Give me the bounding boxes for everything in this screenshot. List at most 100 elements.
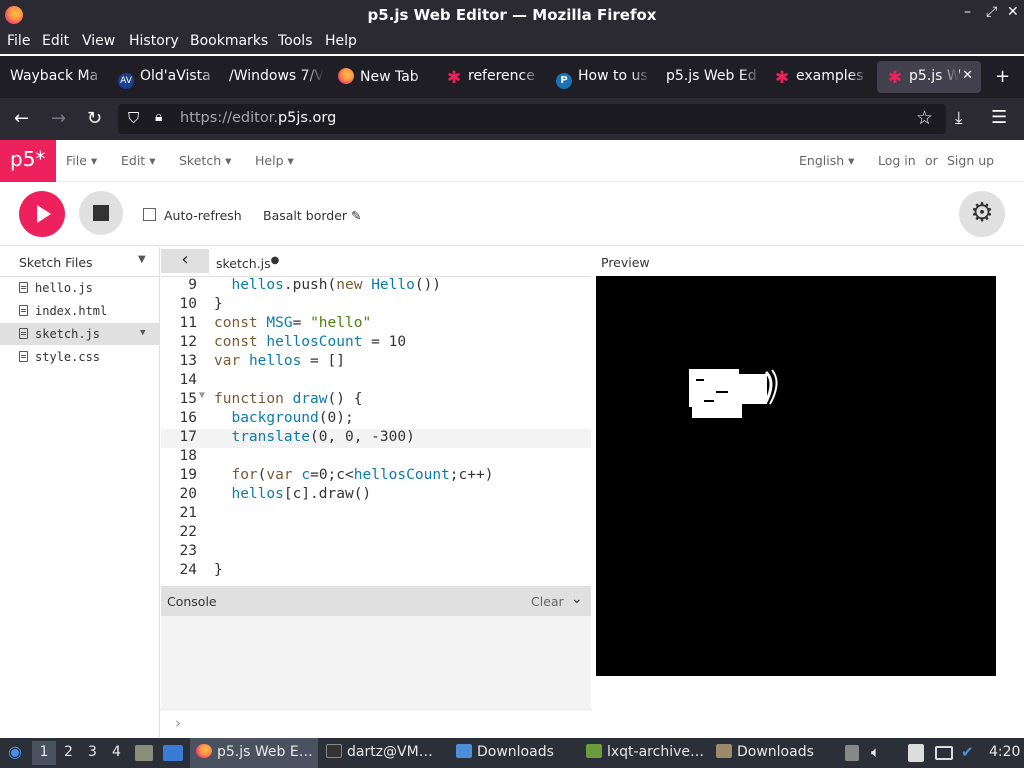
file-icon — [19, 282, 28, 293]
workspace-4[interactable]: 4 — [112, 744, 121, 760]
close-tab-icon[interactable]: ✕ — [962, 68, 973, 83]
lock-icon[interactable]: 🔒︎ — [155, 109, 162, 125]
browser-menubar: File Edit View History Bookmarks Tools H… — [0, 30, 1024, 54]
maximize-button[interactable]: ⤢ — [986, 4, 997, 20]
taskbar-firefox[interactable]: p5.js Web E… — [190, 738, 318, 768]
tab-how-to[interactable]: P How to us — [546, 61, 651, 93]
code-line: 23 — [179, 543, 197, 559]
p5-star-icon: ✱ — [446, 68, 462, 88]
code-line: 21 — [179, 505, 197, 521]
system-taskbar: ◉ 1 2 3 4 p5.js Web E… dartz@VM… Downloa… — [0, 738, 1024, 768]
code-line: 16 background(0); — [179, 410, 354, 426]
editor-file-tab[interactable]: sketch.js● — [216, 255, 279, 271]
tab-windows7[interactable]: /Windows 7/V — [219, 61, 324, 93]
p-icon: P — [556, 73, 572, 89]
close-window-button[interactable]: ✕ — [1007, 4, 1019, 20]
p5-menu-edit[interactable]: Edit ▾ — [121, 153, 155, 168]
stop-button[interactable] — [79, 191, 123, 235]
network-icon[interactable] — [935, 746, 953, 760]
downloads-icon[interactable]: ⤓ — [955, 108, 963, 128]
file-hello-js[interactable]: hello.js — [0, 277, 159, 299]
menu-bookmarks[interactable]: Bookmarks — [190, 33, 268, 49]
workspace-3[interactable]: 3 — [88, 744, 97, 760]
tab-altavista[interactable]: AV Old'aVista — [108, 61, 220, 93]
code-editor[interactable]: 9 hellos.push(new Hello()) 10} 11 const M… — [161, 277, 591, 585]
start-menu-icon[interactable]: ◉ — [8, 742, 22, 761]
taskbar-terminal[interactable]: dartz@VM… — [320, 738, 445, 768]
collapse-sidebar-icon[interactable]: ‹ — [161, 249, 209, 273]
taskbar-lxqt-archiver[interactable]: lxqt-archive… — [580, 738, 708, 768]
shield-icon[interactable]: ⛉ — [128, 109, 139, 127]
archive-icon — [586, 744, 602, 758]
console-prompt-icon: › — [175, 714, 181, 732]
forward-icon[interactable]: → — [51, 108, 66, 129]
tab-new-tab[interactable]: New Tab — [328, 61, 433, 93]
p5-logo[interactable]: p5* — [0, 140, 56, 182]
p5-star-icon: ✱ — [887, 68, 903, 88]
sketch-files-sidebar: Sketch Files ▼ hello.js index.html sketc… — [0, 247, 160, 739]
console-clear-button[interactable]: Clear — [531, 594, 564, 609]
folder-icon — [456, 744, 472, 758]
file-icon — [19, 305, 28, 316]
language-select[interactable]: English ▾ — [799, 153, 854, 168]
tab-p5-editor[interactable]: p5.js Web Ed — [656, 61, 761, 93]
sidebar-dropdown-icon[interactable]: ▼ — [138, 254, 146, 265]
sketch-name[interactable]: Basalt border ✎ — [263, 208, 362, 223]
back-icon[interactable]: ← — [14, 108, 29, 129]
settings-gear-icon[interactable]: ⚙ — [959, 191, 1005, 237]
workspace-1[interactable]: 1 — [32, 741, 56, 765]
taskbar-downloads-1[interactable]: Downloads — [450, 738, 578, 768]
file-options-icon[interactable]: ▼ — [140, 328, 145, 338]
fold-arrow-icon[interactable]: ▼ — [199, 390, 205, 401]
terminal-icon — [326, 744, 342, 758]
menu-edit[interactable]: Edit — [42, 33, 69, 49]
login-link[interactable]: Log in — [878, 153, 916, 168]
menu-file[interactable]: File — [7, 33, 30, 49]
preview-canvas[interactable] — [596, 276, 996, 676]
volume-icon[interactable]: 🔈︎ — [871, 743, 880, 761]
workspace-2[interactable]: 2 — [64, 744, 73, 760]
p5-menu-sketch[interactable]: Sketch ▾ — [179, 153, 231, 168]
p5-menu-help[interactable]: Help ▾ — [255, 153, 294, 168]
sketch-output — [689, 369, 778, 418]
trash-icon[interactable] — [845, 745, 859, 761]
auto-refresh-checkbox[interactable] — [143, 208, 156, 221]
clock: 4:20 — [989, 744, 1021, 760]
menu-view[interactable]: View — [82, 33, 115, 49]
updates-icon[interactable]: ✔ — [961, 743, 974, 761]
taskbar-downloads-2[interactable]: Downloads — [710, 738, 838, 768]
p5-star-icon: ✱ — [774, 68, 790, 88]
url-text[interactable]: https://editor.p5js.org — [180, 110, 336, 126]
minimize-button[interactable]: – — [964, 4, 971, 20]
clipboard-icon[interactable] — [908, 744, 924, 762]
tab-p5-editor-active[interactable]: ✱ p5.js W ✕ — [877, 61, 981, 93]
p5-menu-file[interactable]: File ▾ — [66, 153, 97, 168]
firefox-icon — [338, 68, 354, 84]
menu-help[interactable]: Help — [325, 33, 357, 49]
folder-icon — [716, 744, 732, 758]
menu-tools[interactable]: Tools — [278, 33, 313, 49]
desktop-icon[interactable] — [163, 745, 183, 761]
window-title: p5.js Web Editor — Mozilla Firefox — [367, 6, 657, 24]
file-sketch-js[interactable]: sketch.js ▼ — [0, 323, 159, 345]
tab-examples[interactable]: ✱ examples — [764, 61, 869, 93]
firefox-icon — [196, 744, 212, 758]
file-index-html[interactable]: index.html — [0, 300, 159, 322]
code-line: 15 ▼ function draw() { — [179, 390, 363, 407]
chevron-down-icon[interactable]: ⌄ — [571, 591, 583, 607]
signup-link[interactable]: Sign up — [947, 153, 994, 168]
console-input[interactable]: › — [161, 709, 591, 739]
play-button[interactable] — [19, 191, 65, 237]
pencil-icon[interactable]: ✎ — [351, 208, 361, 223]
menu-history[interactable]: History — [129, 33, 179, 49]
bookmark-star-icon[interactable]: ☆ — [916, 107, 933, 129]
code-line: 13 var hellos = [] — [179, 353, 345, 369]
tab-wayback[interactable]: Wayback Ma — [0, 61, 105, 93]
reload-icon[interactable]: ↻ — [87, 108, 102, 129]
file-manager-icon[interactable] — [135, 745, 153, 761]
code-line: 19 for(var c=0;c<hellosCount;c++) — [179, 467, 494, 483]
file-style-css[interactable]: style.css — [0, 346, 159, 368]
new-tab-button[interactable]: + — [995, 66, 1010, 87]
tab-reference[interactable]: ✱ reference — [436, 61, 541, 93]
hamburger-menu-icon[interactable]: ☰ — [991, 107, 1007, 128]
